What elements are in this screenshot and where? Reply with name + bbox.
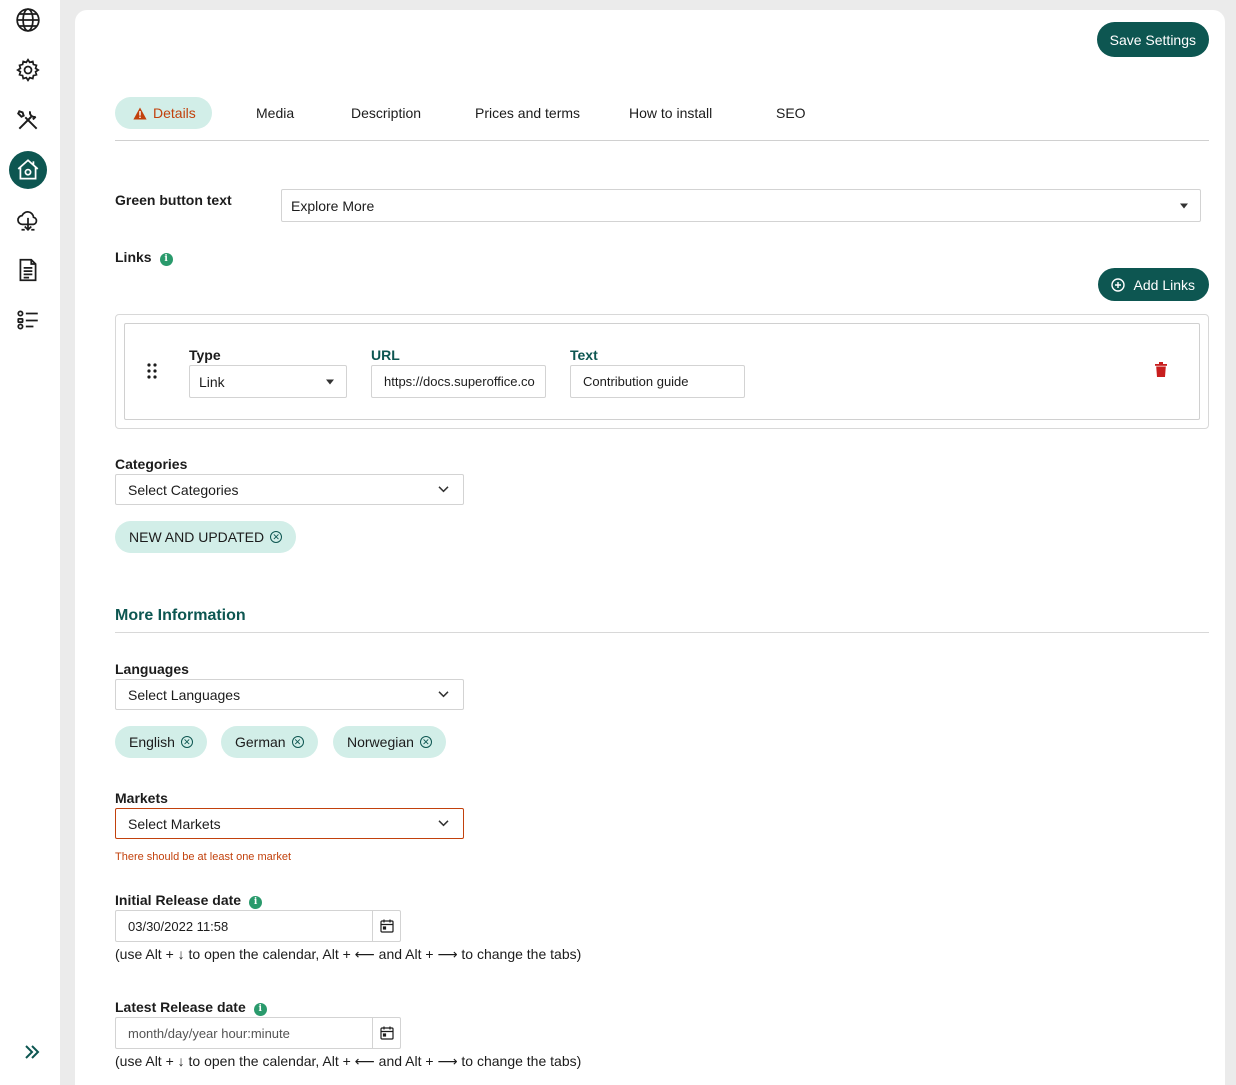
left-rail — [0, 0, 60, 1085]
tab-details[interactable]: Details — [115, 97, 212, 129]
caret-down-icon — [326, 379, 334, 384]
caret-down-icon — [1180, 203, 1188, 208]
initial-release-label-wrap: Initial Release date i — [115, 892, 263, 909]
link-row: Type Link URL https://docs.superoffice.c… — [124, 323, 1200, 420]
globe-icon[interactable] — [9, 1, 47, 39]
url-label: URL — [371, 347, 400, 363]
document-icon[interactable] — [9, 251, 47, 289]
languages-select[interactable]: Select Languages — [115, 679, 464, 710]
remove-chip-icon[interactable]: ✕ — [180, 736, 193, 748]
expand-sidebar-icon[interactable] — [19, 1040, 45, 1064]
languages-label: Languages — [115, 661, 189, 677]
green-button-text-label: Green button text — [115, 192, 232, 208]
info-icon[interactable]: i — [249, 895, 263, 909]
initial-release-date-value: 03/30/2022 11:58 — [128, 919, 229, 934]
tab-details-label: Details — [153, 105, 196, 121]
chevron-down-icon — [438, 690, 449, 697]
markets-label: Markets — [115, 790, 168, 806]
language-chip-german[interactable]: German ✕ — [221, 726, 318, 758]
plus-circle-icon — [1110, 277, 1125, 292]
tab-description[interactable]: Description — [351, 97, 421, 129]
drag-handle-icon[interactable] — [146, 362, 158, 383]
link-url-input[interactable]: https://docs.superoffice.co — [371, 365, 546, 398]
delete-link-icon[interactable] — [1155, 362, 1167, 380]
latest-release-label-wrap: Latest Release date i — [115, 999, 267, 1016]
type-label: Type — [189, 347, 221, 363]
tab-how-to-install[interactable]: How to install — [629, 97, 712, 129]
categories-select[interactable]: Select Categories — [115, 474, 464, 505]
latest-release-date-placeholder: month/day/year hour:minute — [128, 1026, 290, 1041]
markets-select[interactable]: Select Markets — [115, 808, 464, 839]
calendar-icon[interactable] — [372, 1018, 400, 1048]
green-button-text-value: Explore More — [291, 197, 375, 214]
latest-release-hint: (use Alt + ↓ to open the calendar, Alt +… — [115, 1053, 582, 1069]
remove-chip-icon[interactable]: ✕ — [419, 736, 432, 748]
more-information-heading: More Information — [115, 607, 246, 624]
links-label: Links — [115, 249, 152, 265]
language-chip-norwegian[interactable]: Norwegian ✕ — [333, 726, 446, 758]
tab-seo[interactable]: SEO — [776, 97, 806, 129]
languages-placeholder: Select Languages — [128, 686, 241, 703]
remove-chip-icon[interactable]: ✕ — [291, 736, 304, 748]
category-chip[interactable]: NEW AND UPDATED ✕ — [115, 521, 297, 553]
cloud-upload-icon[interactable] — [9, 201, 47, 239]
calendar-icon[interactable] — [372, 911, 400, 941]
initial-release-label: Initial Release date — [115, 892, 242, 908]
text-label: Text — [570, 347, 598, 363]
save-settings-button[interactable]: Save Settings — [1096, 22, 1209, 57]
markets-error: There should be at least one market — [115, 851, 292, 863]
info-icon[interactable]: i — [159, 252, 173, 266]
chevron-down-icon — [438, 819, 449, 826]
language-chip-label: Norwegian — [347, 734, 414, 750]
tab-bar: Details Media Description Prices and ter… — [115, 97, 1209, 141]
language-chip-label: English — [129, 734, 175, 750]
warning-icon — [133, 107, 147, 119]
links-container: Type Link URL https://docs.superoffice.c… — [115, 314, 1209, 429]
category-chip-label: NEW AND UPDATED — [129, 529, 265, 545]
latest-release-date-input[interactable]: month/day/year hour:minute — [115, 1017, 401, 1049]
settings-panel: Save Settings Details Media Description … — [75, 10, 1225, 1085]
list-icon[interactable] — [9, 301, 47, 339]
green-button-text-select[interactable]: Explore More — [281, 189, 1201, 222]
latest-release-label: Latest Release date — [115, 999, 246, 1015]
add-links-button[interactable]: Add Links — [1097, 268, 1209, 301]
initial-release-hint: (use Alt + ↓ to open the calendar, Alt +… — [115, 946, 582, 962]
chevron-down-icon — [438, 485, 449, 492]
language-chip-english[interactable]: English ✕ — [115, 726, 207, 758]
categories-placeholder: Select Categories — [128, 481, 239, 498]
links-label-wrap: Links i — [115, 249, 173, 266]
markets-placeholder: Select Markets — [128, 815, 221, 832]
language-chip-label: German — [235, 734, 286, 750]
info-icon[interactable]: i — [253, 1002, 267, 1016]
section-divider — [115, 632, 1209, 633]
link-type-value: Link — [199, 373, 225, 390]
initial-release-date-input[interactable]: 03/30/2022 11:58 — [115, 910, 401, 942]
link-type-select[interactable]: Link — [189, 365, 347, 398]
home-icon[interactable] — [9, 151, 47, 189]
tab-prices-and-terms[interactable]: Prices and terms — [475, 97, 580, 129]
gear-icon[interactable] — [9, 51, 47, 89]
tools-icon[interactable] — [9, 101, 47, 139]
add-links-label: Add Links — [1133, 276, 1195, 293]
tab-media[interactable]: Media — [256, 97, 294, 129]
remove-chip-icon[interactable]: ✕ — [270, 531, 283, 543]
categories-label: Categories — [115, 456, 188, 472]
link-text-input[interactable]: Contribution guide — [570, 365, 745, 398]
